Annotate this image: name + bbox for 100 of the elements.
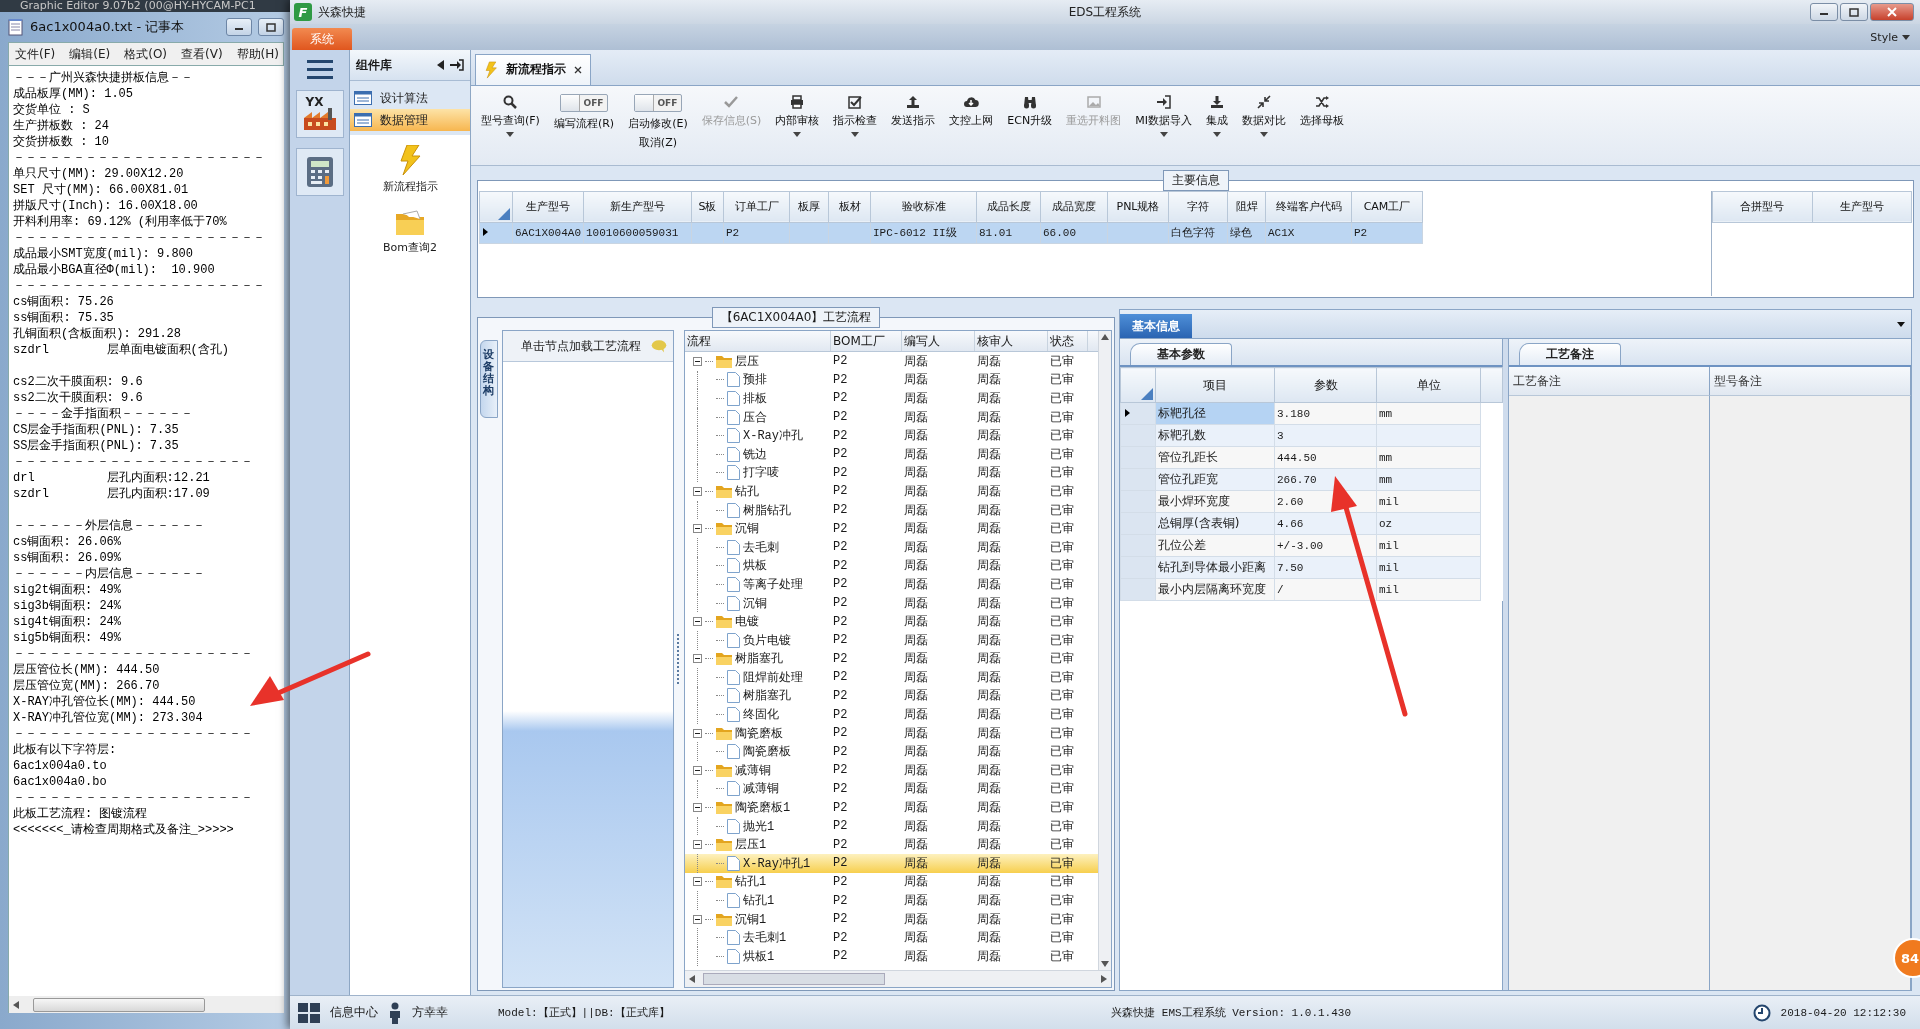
maximize-button[interactable] (1840, 3, 1868, 21)
menu-item[interactable]: 编辑(E) (69, 45, 111, 63)
tree-row[interactable]: 陶瓷磨板1 P2 周磊 周磊 已审 (685, 798, 1098, 817)
column-header[interactable]: 验收标准 (870, 191, 977, 223)
tree-row[interactable]: 陶瓷磨板 P2 周磊 周磊 已审 (685, 742, 1098, 762)
collapse-icon[interactable] (693, 803, 702, 813)
collapse-icon[interactable] (693, 524, 702, 534)
tree-row[interactable]: 减薄铜 P2 周磊 周磊 已审 (685, 779, 1098, 799)
lightning-icon[interactable] (397, 145, 423, 175)
scroll-left-icon[interactable] (13, 1000, 19, 1009)
tree-row[interactable]: 树脂塞孔 P2 周磊 周磊 已审 (685, 686, 1098, 706)
tree-row[interactable]: 等离子处理 P2 周磊 周磊 已审 (685, 575, 1098, 594)
menu-item[interactable]: 查看(V) (181, 45, 223, 63)
column-header[interactable]: 核审人 (975, 331, 1048, 351)
component-item[interactable]: 设计算法 (350, 87, 470, 109)
tree-row[interactable]: 终固化 P2 周磊 周磊 已审 (685, 705, 1098, 724)
collapse-icon[interactable] (693, 914, 702, 924)
maximize-button[interactable] (258, 18, 284, 36)
collapse-icon[interactable] (693, 840, 702, 850)
tree-row[interactable]: 沉铜 P2 周磊 周磊 已审 (685, 593, 1098, 613)
tree-row[interactable]: 钻孔1 P2 周磊 周磊 已审 (685, 891, 1098, 910)
column-header[interactable]: 状态 (1048, 331, 1088, 351)
tree-row[interactable]: 去毛刺 P2 周磊 周磊 已审 (685, 537, 1098, 557)
table-row[interactable]: 管位孔距长 444.50 mm (1120, 446, 1503, 469)
column-header[interactable]: 新生产型号 (583, 191, 692, 223)
tree-row[interactable]: 烘板1 P2 周磊 周磊 已审 (685, 947, 1098, 966)
toolbar-button[interactable]: 选择母板 (1293, 91, 1350, 154)
tree-row[interactable]: 打字唛 P2 周磊 周磊 已审 (685, 463, 1098, 483)
column-header[interactable]: 终端客户代码 (1265, 191, 1352, 223)
info-center-link[interactable]: 信息中心 (330, 1004, 378, 1021)
table-row[interactable]: 6AC1X004A0 10010600059031 P2 IPC-6012 II级 81.01 66.00 白色字符 绿色 AC1X P2 (479, 222, 1423, 244)
side-tab[interactable]: 设备结构 (480, 340, 498, 419)
tree-row[interactable]: 陶瓷磨板 P2 周磊 周磊 已审 (685, 723, 1098, 743)
column-header[interactable]: 板材 (828, 191, 871, 223)
column-header[interactable]: 流程 (685, 331, 831, 351)
table-row[interactable]: 钻孔到导体最小距离 7.50 mil (1120, 556, 1503, 579)
minimize-button[interactable] (1810, 3, 1838, 21)
tree-row[interactable]: X-Ray冲孔1 P2 周磊 周磊 已审 (685, 854, 1098, 873)
column-header[interactable]: 成品宽度 (1040, 191, 1108, 223)
component-item[interactable]: 数据管理 (350, 109, 470, 131)
collapse-icon[interactable] (693, 617, 702, 627)
table-row[interactable]: 孔位公差 +/-3.00 mil (1120, 534, 1503, 557)
scroll-down-icon[interactable] (1101, 961, 1109, 967)
toggle-switch[interactable]: OFF (560, 93, 609, 112)
tab[interactable]: 工艺备注 (1519, 343, 1621, 365)
menu-item[interactable]: 帮助(H) (236, 45, 279, 63)
collapse-icon[interactable] (693, 486, 702, 496)
column-header[interactable]: PNL规格 (1107, 191, 1169, 223)
launcher-label[interactable]: Bom查询2 (383, 240, 437, 255)
collapse-icon[interactable] (693, 654, 702, 664)
tree-row[interactable]: 电镀 P2 周磊 周磊 已审 (685, 612, 1098, 631)
table-row[interactable]: 最小内层隔离环宽度 / mil (1120, 578, 1503, 601)
column-header[interactable]: 板厚 (789, 191, 829, 223)
toolbar-button[interactable]: 集成 (1199, 91, 1234, 154)
column-header[interactable]: S板 (691, 191, 724, 223)
column-header[interactable]: 生产型号 (512, 191, 584, 223)
column-header[interactable]: CAM工厂 (1351, 191, 1423, 223)
tree-row[interactable]: 钻孔 P2 周磊 周磊 已审 (685, 482, 1098, 501)
table-row[interactable]: 最小焊环宽度 2.60 mil (1120, 490, 1503, 513)
tree-row[interactable]: 减薄铜 P2 周磊 周磊 已审 (685, 761, 1098, 780)
column-header[interactable]: 成品长度 (976, 191, 1041, 223)
document-tab[interactable]: 新流程指示 (475, 53, 591, 85)
collapse-icon[interactable] (693, 356, 702, 366)
collapse-icon[interactable] (693, 728, 702, 738)
tree-row[interactable]: 排板 P2 周磊 周磊 已审 (685, 389, 1098, 408)
column-header[interactable]: 订单工厂 (723, 191, 790, 223)
collapse-icon[interactable] (693, 877, 702, 887)
tree-row[interactable]: 钻孔1 P2 周磊 周磊 已审 (685, 872, 1098, 892)
tree-row[interactable]: 沉铜1 P2 周磊 周磊 已审 (685, 909, 1098, 929)
close-icon[interactable] (574, 65, 582, 74)
panel-tab[interactable]: 基本信息 (1120, 314, 1192, 338)
factory-logo-button[interactable]: YX (295, 90, 344, 138)
tree-row[interactable]: 层压 P2 周磊 周磊 已审 (685, 352, 1098, 371)
column-header[interactable]: 参数 (1274, 367, 1377, 403)
horizontal-scrollbar[interactable] (8, 996, 284, 1013)
collapse-icon[interactable] (437, 60, 444, 70)
tree-row[interactable]: 抛光1 P2 周磊 周磊 已审 (685, 816, 1098, 836)
launcher-label[interactable]: 新流程指示 (382, 179, 438, 194)
menu-item[interactable]: 格式(O) (124, 45, 168, 63)
table-row[interactable]: 总铜厚(含表铜) 4.66 oz (1120, 512, 1503, 535)
tree-row[interactable]: 去毛刺1 P2 周磊 周磊 已审 (685, 928, 1098, 947)
column-header[interactable]: 编写人 (902, 331, 975, 351)
close-button[interactable] (1870, 3, 1914, 21)
column-header[interactable]: 单位 (1376, 367, 1481, 403)
tree-row[interactable]: X-Ray冲孔 P2 周磊 周磊 已审 (685, 426, 1098, 445)
table-row[interactable]: 标靶孔径 3.180 mm (1120, 402, 1503, 425)
toolbar-button[interactable]: 内部审核 (769, 91, 826, 154)
tree-row[interactable]: 负片电镀 P2 周磊 周磊 已审 (685, 630, 1098, 650)
column-header[interactable]: 阻焊 (1227, 191, 1266, 223)
tree-row[interactable]: 层压1 P2 周磊 周磊 已审 (685, 835, 1098, 855)
collapse-icon[interactable] (693, 765, 702, 775)
tab[interactable]: 基本参数 (1130, 343, 1232, 365)
column-header[interactable]: 字符 (1168, 191, 1228, 223)
tree-row[interactable]: 铣边 P2 周磊 周磊 已审 (685, 444, 1098, 464)
toolbar-button[interactable]: 数据对比 (1235, 91, 1292, 154)
toolbar-button[interactable]: 文控上网 (943, 91, 1000, 154)
tree-row[interactable]: 树脂塞孔 P2 周磊 周磊 已审 (685, 649, 1098, 669)
column-header[interactable]: BOM工厂 (831, 331, 902, 351)
menu-icon[interactable] (306, 58, 333, 80)
scroll-up-icon[interactable] (1101, 334, 1109, 340)
